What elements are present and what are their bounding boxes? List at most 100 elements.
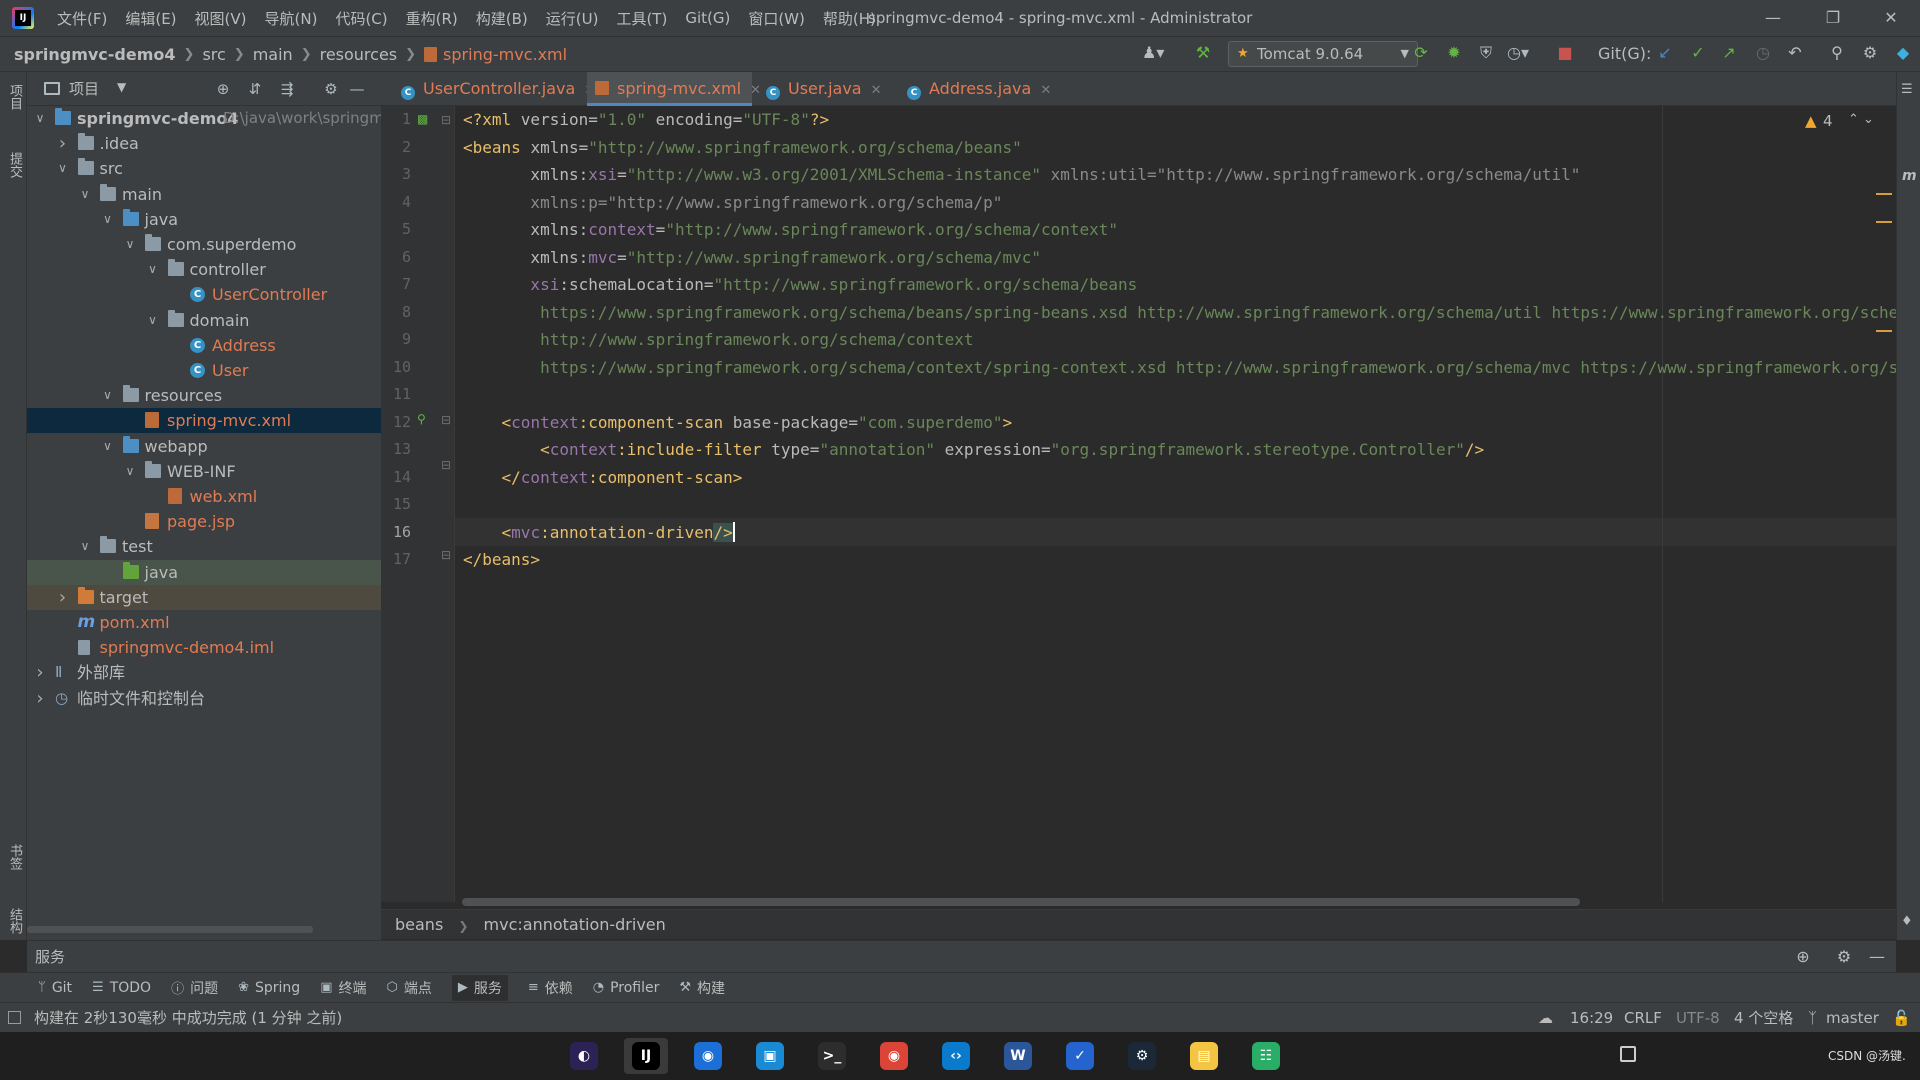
editor-tab[interactable]: spring-mvc.xml ✕ [587, 72, 761, 106]
status-message[interactable]: 构建在 2秒130毫秒 中成功完成 (1 分钟 之前) [34, 1003, 342, 1033]
chevron-right-icon[interactable]: › [33, 660, 47, 685]
chevron-down-icon[interactable]: ∨ [101, 383, 115, 408]
editor-tab[interactable]: CUserController.java✕ [393, 72, 595, 106]
tree-item[interactable]: ∨ main [27, 182, 381, 207]
close-tab-icon[interactable]: ✕ [871, 83, 882, 98]
cloud-icon[interactable]: ☁ [1538, 1003, 1553, 1033]
project-panel-title[interactable]: 项目 [69, 72, 99, 106]
warning-icon[interactable]: ▲ [1805, 112, 1817, 130]
tree-item[interactable]: ∨ test [27, 534, 381, 559]
warning-count[interactable]: 4 [1823, 112, 1833, 130]
tool-tab-端点[interactable]: ⬡ 端点 [386, 978, 431, 998]
box-app-taskbar-button[interactable]: ▣ [748, 1038, 792, 1074]
menu-navigate[interactable]: 导航(N) [256, 8, 327, 29]
tree-item[interactable]: ∨ controller [27, 257, 381, 282]
stop-icon[interactable]: ■ [1554, 42, 1576, 64]
services-settings-icon[interactable]: ⚙ [1834, 947, 1854, 967]
chrome-taskbar-button[interactable]: ◉ [872, 1038, 916, 1074]
tree-item[interactable]: ∨ WEB-INF [27, 459, 381, 484]
task-view-icon[interactable] [1620, 1046, 1636, 1062]
tree-item[interactable]: › .idea [27, 131, 381, 156]
editor-tab[interactable]: C User.java ✕ [758, 72, 893, 106]
error-stripe-mark[interactable] [1876, 221, 1892, 223]
fold-end-icon[interactable]: ⊟ [441, 458, 451, 472]
collapse-all-icon[interactable]: ⇶ [277, 79, 297, 99]
tree-item[interactable]: ∨ src [27, 156, 381, 181]
bean-gutter-icon[interactable]: ▩ [417, 112, 428, 126]
chevron-down-icon[interactable]: ∨ [33, 106, 47, 131]
menu-tools[interactable]: 工具(T) [607, 8, 676, 29]
tree-item[interactable]: page.jsp [27, 509, 381, 534]
restore-button[interactable]: ❐ [1804, 0, 1862, 36]
word-taskbar-button[interactable]: W [996, 1038, 1040, 1074]
git-history-icon[interactable]: ◷ [1752, 42, 1774, 64]
menu-refactor[interactable]: 重构(R) [397, 8, 467, 29]
git-commit-icon[interactable]: ✓ [1687, 42, 1709, 64]
file-encoding[interactable]: UTF-8 [1676, 1003, 1720, 1033]
chevron-down-icon[interactable]: ∨ [123, 459, 137, 484]
tool-tab-构建[interactable]: ⚒ 构建 [679, 978, 725, 998]
chevron-down-icon[interactable]: ∨ [146, 257, 160, 282]
tool-tab-profiler[interactable]: ◔ Profiler [593, 980, 660, 996]
coverage-icon[interactable]: ⛨ [1475, 42, 1497, 64]
indent-setting[interactable]: 4 个空格 [1734, 1003, 1793, 1033]
tree-item[interactable]: ∨ springmvc-demo4 D:\java\work\springm [27, 106, 381, 131]
tree-item[interactable]: ∨ resources [27, 383, 381, 408]
menu-edit[interactable]: 编辑(E) [116, 8, 185, 29]
chevron-right-icon[interactable]: › [56, 131, 70, 156]
vscode-taskbar-button[interactable]: ‹› [934, 1038, 978, 1074]
wechat-taskbar-button[interactable]: ☷ [1244, 1038, 1288, 1074]
run-config-dropdown[interactable]: ★ Tomcat 9.0.64 ▼ [1228, 41, 1418, 67]
fold-icon[interactable]: ⊟ [441, 113, 451, 127]
chevron-right-icon[interactable]: › [56, 585, 70, 610]
tree-item[interactable]: › Ⅱ 外部库 [27, 660, 381, 685]
caret-position[interactable]: 16:29 [1570, 1003, 1613, 1033]
eclipse-taskbar-button[interactable]: ◐ [562, 1038, 606, 1074]
tree-item[interactable]: springmvc-demo4.iml [27, 635, 381, 660]
chevron-down-icon[interactable]: ∨ [123, 232, 137, 257]
profile-icon[interactable]: ◷▾ [1507, 42, 1529, 64]
git-update-icon[interactable]: ↙ [1654, 42, 1676, 64]
tree-item[interactable]: › ◷ 临时文件和控制台 [27, 686, 381, 711]
menu-code[interactable]: 代码(C) [326, 8, 396, 29]
chevron-down-icon[interactable]: ∨ [56, 156, 70, 181]
git-push-icon[interactable]: ↗ [1718, 42, 1740, 64]
chevron-down-icon[interactable]: ∨ [101, 207, 115, 232]
tree-item[interactable]: ∨ webapp [27, 434, 381, 459]
settings-gear-icon[interactable]: ⚙ [1859, 42, 1881, 64]
git-branch[interactable]: master [1826, 1003, 1879, 1033]
chevron-down-icon[interactable]: ∨ [146, 308, 160, 333]
chevron-down-icon[interactable]: ∨ [78, 182, 92, 207]
code-editor[interactable]: <?xml version="1.0" encoding="UTF-8"?> <b… [455, 106, 1896, 902]
expand-all-icon[interactable]: ⇵ [245, 79, 265, 99]
intellij-taskbar-button[interactable]: IJ [624, 1038, 668, 1074]
editor-horizontal-scrollbar[interactable] [462, 898, 1580, 906]
crumb-file[interactable]: spring-mvc.xml [443, 45, 567, 64]
close-tab-icon[interactable]: ✕ [1040, 83, 1051, 98]
tree-item[interactable]: ∨ domain [27, 308, 381, 333]
stripe-structure-tab[interactable]: 结构 [4, 908, 24, 934]
tree-item[interactable]: java [27, 559, 381, 585]
fold-end-icon[interactable]: ⊟ [441, 548, 451, 562]
tree-item[interactable]: C UserController [27, 282, 381, 307]
panel-settings-icon[interactable]: ⚙ [321, 79, 341, 99]
user-account-icon[interactable]: ♟▾ [1142, 42, 1164, 64]
crumb-resources[interactable]: resources [320, 45, 398, 64]
browser-2-taskbar-button[interactable]: ◉ [686, 1038, 730, 1074]
tool-tab-问题[interactable]: ⓘ 问题 [171, 978, 218, 998]
tree-item[interactable]: C Address [27, 333, 381, 358]
toolbox-icon[interactable]: ◆ [1892, 42, 1914, 64]
explorer-taskbar-button[interactable]: ▤ [1182, 1038, 1226, 1074]
spring-scan-gutter-icon[interactable]: ⚲ [417, 412, 426, 426]
terminal-taskbar-button[interactable]: >_ [810, 1038, 854, 1074]
tool-tab-服务[interactable]: ▶ 服务 [451, 974, 508, 1001]
menu-git[interactable]: Git(G) [676, 9, 739, 27]
tree-item[interactable]: m pom.xml [27, 610, 381, 635]
crumb-src[interactable]: src [202, 45, 225, 64]
hide-panel-icon[interactable]: — [1867, 947, 1887, 967]
stripe-bookmarks-tab[interactable]: 书签 [4, 844, 24, 870]
rerun-icon[interactable]: ⟳ [1410, 42, 1432, 64]
status-toggle-icon[interactable] [8, 1011, 21, 1024]
tree-item[interactable]: ∨ java [27, 207, 381, 232]
tool-tab-spring[interactable]: ❀ Spring [238, 980, 300, 996]
